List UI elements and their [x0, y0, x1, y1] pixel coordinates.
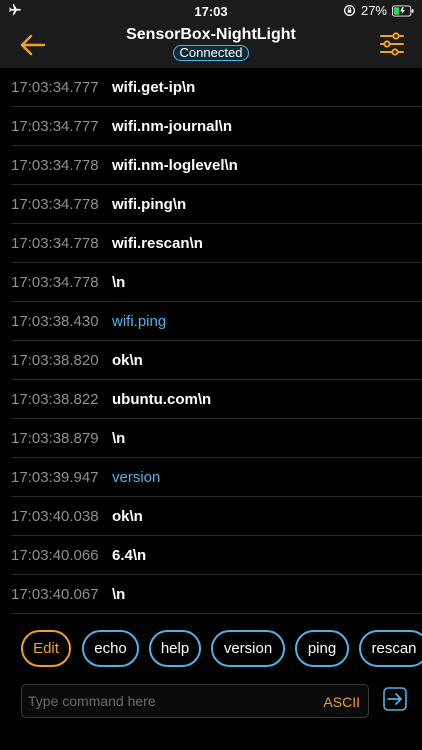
log-row: 17:03:40.038 ok\n — [0, 497, 422, 536]
log-row: 17:03:39.947 version — [0, 458, 422, 497]
log-row: 17:03:34.777 wifi.get-ip\n — [0, 68, 422, 107]
log-timestamp: 17:03:38.820 — [11, 352, 99, 369]
battery-icon — [392, 5, 414, 16]
log-row: 17:03:38.820 ok\n — [0, 341, 422, 380]
log-row: 17:03:34.778 wifi.nm-loglevel\n — [0, 146, 422, 185]
log-timestamp: 17:03:40.067 — [11, 586, 99, 603]
log-row: 17:03:34.778 wifi.rescan\n — [0, 224, 422, 263]
log-response: wifi.nm-journal\n — [112, 118, 232, 135]
log-timestamp: 17:03:38.822 — [11, 391, 99, 408]
send-icon[interactable] — [383, 687, 407, 711]
status-bar: 17:03 27% — [0, 0, 422, 22]
help-button[interactable]: help — [149, 630, 201, 667]
device-title: SensorBox-NightLight — [126, 26, 296, 43]
log-row: 17:03:34.777 wifi.nm-journal\n — [0, 107, 422, 146]
log-command: wifi.ping — [112, 313, 167, 330]
connection-status-badge: Connected — [172, 45, 250, 61]
log-command: version — [112, 469, 161, 486]
log-row: 17:03:34.778 \n — [0, 263, 422, 302]
log-row: 17:03:34.778 wifi.ping\n — [0, 185, 422, 224]
log-row: 17:03:38.879 \n — [0, 419, 422, 458]
rotation-lock-icon — [343, 4, 355, 17]
log-row: 17:03:40.066 6.4\n — [0, 536, 422, 575]
log-row: 17:03:38.430 wifi.ping — [0, 302, 422, 341]
log-response: ok\n — [112, 352, 143, 369]
quick-command-bar: Edit echo help version ping rescan — [0, 630, 422, 668]
log-timestamp: 17:03:34.778 — [11, 157, 99, 174]
echo-button[interactable]: echo — [82, 630, 139, 667]
log-response: ok\n — [112, 508, 143, 525]
ascii-mode-toggle[interactable]: ASCII — [323, 694, 360, 710]
log-response: wifi.nm-loglevel\n — [112, 157, 238, 174]
app-screen: 17:03 27% SensorBox-NightLight Connected — [0, 0, 422, 750]
log-timestamp: 17:03:40.038 — [11, 508, 99, 525]
log-response: 6.4\n — [112, 547, 147, 564]
log-response: wifi.get-ip\n — [112, 79, 196, 96]
log-timestamp: 17:03:34.778 — [11, 235, 99, 252]
log-response: wifi.ping\n — [112, 196, 187, 213]
command-input[interactable] — [28, 685, 318, 717]
log-timestamp: 17:03:38.879 — [11, 430, 99, 447]
log-response: \n — [112, 274, 126, 291]
log-response: wifi.rescan\n — [112, 235, 203, 252]
log-timestamp: 17:03:39.947 — [11, 469, 99, 486]
log-response: \n — [112, 586, 126, 603]
nav-header: SensorBox-NightLight Connected — [0, 22, 422, 68]
rescan-button[interactable]: rescan — [359, 630, 422, 667]
log-row: 17:03:40.067 \n — [0, 575, 422, 614]
status-right: 27% — [343, 3, 414, 18]
battery-percent: 27% — [360, 3, 387, 18]
log-response: ubuntu.com\n — [112, 391, 212, 408]
log-timestamp: 17:03:34.778 — [11, 196, 99, 213]
log-row: 17:03:38.822 ubuntu.com\n — [0, 380, 422, 419]
command-input-row: ASCII — [0, 684, 422, 720]
ping-button[interactable]: ping — [295, 630, 349, 667]
log-timestamp: 17:03:34.777 — [11, 79, 99, 96]
log-timestamp: 17:03:34.777 — [11, 118, 99, 135]
sliders-icon[interactable] — [378, 30, 406, 58]
edit-button[interactable]: Edit — [21, 630, 71, 667]
version-button[interactable]: version — [211, 630, 285, 667]
log-timestamp: 17:03:38.430 — [11, 313, 99, 330]
command-box: ASCII — [21, 684, 369, 718]
log-timestamp: 17:03:34.778 — [11, 274, 99, 291]
terminal-log[interactable]: 17:03:34.777 wifi.get-ip\n 17:03:34.777 wif… — [0, 68, 422, 614]
log-response: \n — [112, 430, 126, 447]
log-timestamp: 17:03:40.066 — [11, 547, 99, 564]
